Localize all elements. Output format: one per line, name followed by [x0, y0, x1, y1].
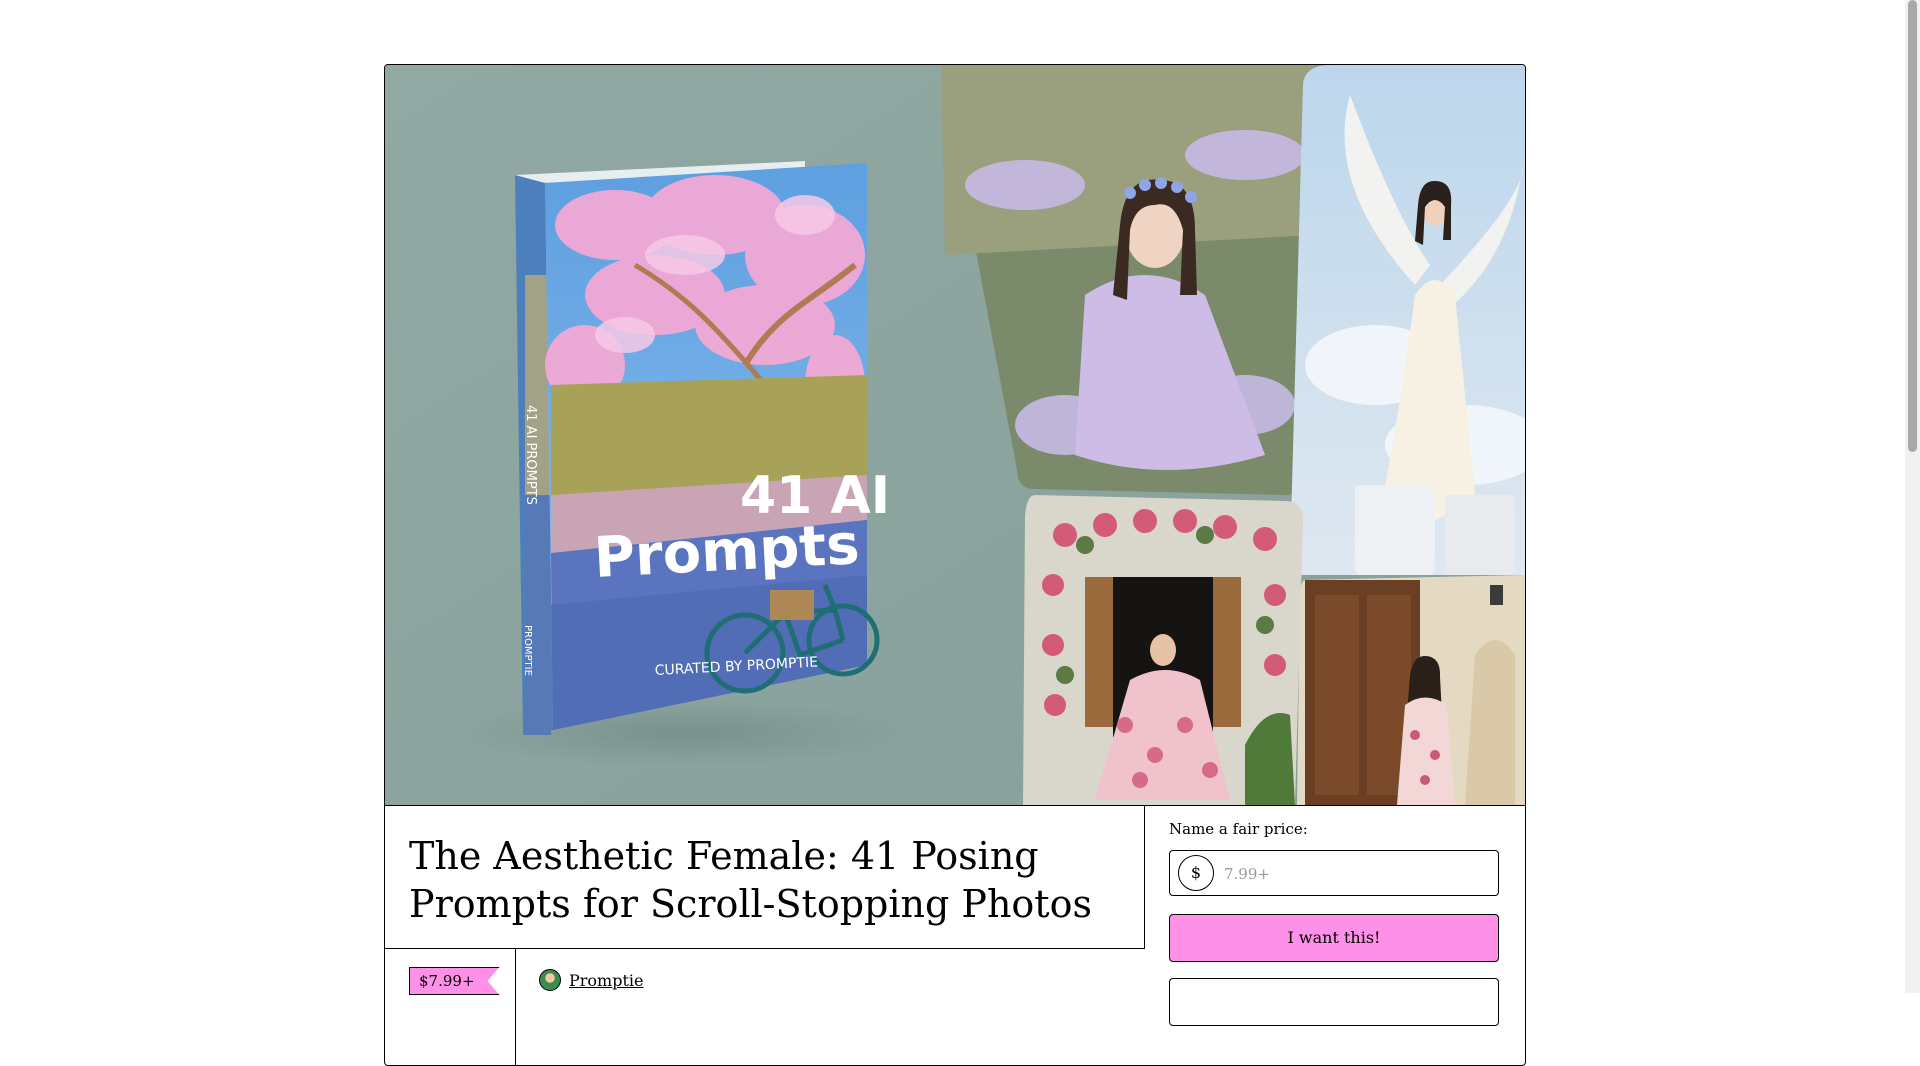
product-card: 41 AI Prompts CURATED BY PROMPTIE 41 AI … [384, 64, 1526, 1066]
creator-link[interactable]: Promptie [569, 971, 643, 990]
secondary-action-button[interactable] [1169, 978, 1499, 1026]
collage-photo-angel [1290, 65, 1525, 575]
price-input[interactable] [1222, 857, 1486, 891]
buy-button[interactable]: I want this! [1169, 914, 1499, 962]
product-title-section: The Aesthetic Female: 41 Posing Prompts … [385, 806, 1145, 949]
page-scrollbar[interactable] [1905, 0, 1920, 993]
collage-photo-wooden-door [1297, 575, 1525, 805]
cover-spine-text: 41 AI PROMPTS [523, 405, 538, 505]
price-input-field[interactable]: $ [1169, 850, 1499, 896]
price-cell: $7.99+ [385, 949, 516, 1065]
collage-photo-rose-window [1023, 495, 1303, 805]
price-tag: $7.99+ [409, 967, 500, 995]
purchase-panel: Name a fair price: $ I want this! [1145, 806, 1525, 1065]
creator-avatar[interactable] [539, 969, 561, 991]
cover-title-line2: Prompts [592, 512, 861, 591]
product-title: The Aesthetic Female: 41 Posing Prompts … [409, 834, 1092, 926]
scrollbar-thumb[interactable] [1908, 0, 1917, 452]
currency-symbol: $ [1178, 855, 1214, 891]
product-meta-row: $7.99+ Promptie [385, 949, 1144, 1065]
fair-price-label: Name a fair price: [1169, 820, 1308, 838]
cover-spine-footer: PROMPTIE [522, 625, 533, 676]
book-mockup: 41 AI Prompts CURATED BY PROMPTIE 41 AI … [455, 161, 915, 767]
product-cover-image[interactable]: 41 AI Prompts CURATED BY PROMPTIE 41 AI … [385, 65, 1525, 806]
creator-info: Promptie [539, 967, 643, 993]
